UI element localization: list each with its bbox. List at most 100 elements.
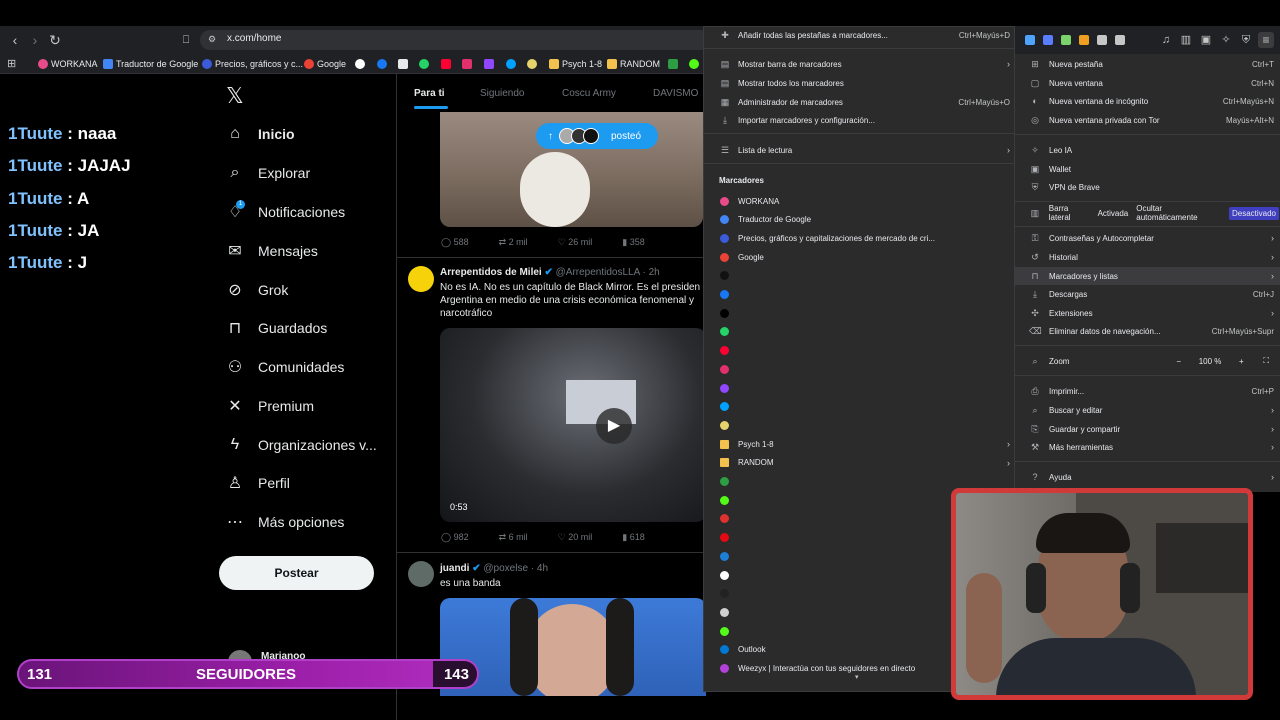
address-bar[interactable]: ⚙ x.com/home (200, 30, 710, 50)
menu-item-new-tab[interactable]: ⊞ Nueva pestaña Ctrl+T (1029, 56, 1274, 72)
bookmark-workana[interactable]: WORKANA (38, 57, 98, 71)
tweet-video[interactable]: ▶ 0:53 (440, 328, 706, 522)
menu-item-import-bookmarks[interactable]: ⤓ Importar marcadores y configuración... (720, 112, 1010, 128)
menu-item-vpn[interactable]: ⛨ VPN de Brave (1029, 179, 1274, 195)
forward-icon[interactable]: › (27, 32, 43, 48)
x-logo[interactable]: 𝕏 (226, 83, 244, 109)
bookmark-item[interactable] (720, 380, 1010, 396)
twitch-icon[interactable] (484, 59, 494, 69)
extension-icon[interactable] (1097, 35, 1107, 45)
extension-icon[interactable] (1115, 35, 1125, 45)
x-bookmark-icon[interactable] (398, 59, 408, 69)
menu-item-passwords[interactable]: ⚿ Contraseñas y Autocompletar › (1029, 230, 1274, 246)
views-button[interactable]: ▮ 618 (622, 532, 644, 543)
nav-comunidades[interactable]: ⚇ Comunidades (226, 353, 345, 381)
tab-siguiendo[interactable]: Siguiendo (480, 88, 524, 99)
whatsapp-icon[interactable] (419, 59, 429, 69)
bookmark-item[interactable]: Traductor de Google (720, 212, 1010, 228)
menu-icon[interactable]: ≡ (1258, 32, 1274, 48)
zoom-out-button[interactable]: − (1171, 357, 1187, 366)
zoom-in-button[interactable]: + (1233, 357, 1249, 366)
menu-item-help[interactable]: ? Ayuda › (1029, 469, 1274, 485)
bookmark-item[interactable] (720, 287, 1010, 303)
bookmark-item[interactable]: Google (720, 249, 1010, 265)
bookmark-item[interactable] (720, 399, 1010, 415)
facebook-icon[interactable] (377, 59, 387, 69)
menu-item-wallet[interactable]: ▣ Wallet (1029, 161, 1274, 177)
bookmark-item[interactable]: Precios, gráficos y capitalizaciones de … (720, 230, 1010, 246)
wallet-toolbar-icon[interactable]: ▣ (1198, 32, 1214, 48)
fullscreen-icon[interactable]: ⛶ (1263, 356, 1269, 366)
leo-toolbar-icon[interactable]: ✧ (1218, 32, 1234, 48)
retweet-button[interactable]: ⇄ 6 mil (499, 532, 528, 543)
menu-item-show-all-bookmarks[interactable]: ▤ Mostrar todos los marcadores (720, 75, 1010, 91)
tweet-author[interactable]: Arrepentidos de Milei ✔ @ArrepentidosLLA… (440, 267, 660, 278)
views-button[interactable]: ▮ 358 (622, 237, 644, 248)
menu-item-more-tools[interactable]: ⚒ Más herramientas › (1029, 439, 1274, 455)
bookmark-item[interactable] (720, 305, 1010, 321)
bookmark-item[interactable] (720, 324, 1010, 340)
menu-item-new-window[interactable]: ▢ Nueva ventana Ctrl+N (1029, 75, 1274, 91)
nav-grok[interactable]: ⊘ Grok (226, 276, 288, 304)
bookmark-item[interactable]: WORKANA (720, 193, 1010, 209)
tab-coscu-army[interactable]: Coscu Army (562, 88, 616, 99)
avatar[interactable] (408, 266, 434, 292)
nav-premium[interactable]: ✕ Premium (226, 392, 314, 420)
menu-item-add-all-tabs[interactable]: ✚ Añadir todas las pestañas a marcadores.… (720, 27, 1010, 43)
shield-icon[interactable]: ⛨ (1238, 32, 1254, 48)
post-button[interactable]: Postear (219, 556, 374, 590)
menu-item-leo[interactable]: ✧ Leo IA (1029, 142, 1274, 158)
sidebar-toggle-icon[interactable]: ▥ (1178, 32, 1194, 48)
extension-icon[interactable] (1043, 35, 1053, 45)
like-button[interactable]: ♡ 20 mil (558, 532, 593, 543)
bookmark-star-icon[interactable]: ⎕ (178, 32, 194, 48)
menu-item-downloads[interactable]: ⤓ Descargas Ctrl+J (1029, 286, 1274, 302)
apps-icon[interactable]: ⊞ (7, 57, 16, 70)
bookmark-bar-icon-b[interactable] (527, 59, 537, 69)
bookmark-prices[interactable]: Precios, gráficos y c... (202, 57, 303, 71)
menu-item-reading-list[interactable]: ☰ Lista de lectura › (720, 142, 1010, 158)
menu-item-print[interactable]: ⎙ Imprimir... Ctrl+P (1029, 383, 1274, 399)
bookmark-item[interactable] (720, 417, 1010, 433)
menu-item-extensions[interactable]: ✣ Extensiones › (1029, 305, 1274, 321)
menu-item-show-bookmarks-bar[interactable]: ▤ Mostrar barra de marcadores › (720, 56, 1010, 72)
back-icon[interactable]: ‹ (7, 32, 23, 48)
avatar[interactable] (408, 561, 434, 587)
menu-item-save-share[interactable]: ⎘ Guardar y compartir › (1029, 421, 1274, 437)
bookmark-item[interactable] (720, 361, 1010, 377)
kick-icon[interactable] (689, 59, 699, 69)
sidebar-option-desactivado[interactable]: Desactivado (1228, 206, 1280, 220)
bookmark-folder-random[interactable]: RANDOM (607, 57, 660, 71)
nav-notificaciones[interactable]: ♢ 1 Notificaciones (226, 198, 345, 226)
site-info-icon[interactable]: ⚙ (208, 34, 216, 45)
extension-icon[interactable] (1025, 35, 1035, 45)
retweet-button[interactable]: ⇄ 2 mil (499, 237, 528, 248)
menu-item-history[interactable]: ↺ Historial › (1029, 249, 1274, 265)
extension-icon[interactable] (1061, 35, 1071, 45)
tweet-author[interactable]: juandi ✔ @poxelse · 4h (440, 563, 548, 574)
nav-perfil[interactable]: ♙ Perfil (226, 469, 290, 497)
nav-mas-opciones[interactable]: ⋯ Más opciones (226, 508, 344, 536)
menu-item-clear-data[interactable]: ⌫ Eliminar datos de navegación... Ctrl+May… (1029, 323, 1274, 339)
sidebar-option-activada[interactable]: Activada (1098, 209, 1129, 218)
tab-para-ti[interactable]: Para ti (414, 88, 445, 99)
instagram-icon[interactable] (462, 59, 472, 69)
reply-button[interactable]: ◯ 982 (441, 532, 469, 543)
nav-guardados[interactable]: ⊓ Guardados (226, 314, 328, 342)
tweet-image[interactable] (440, 598, 706, 696)
play-icon[interactable]: ▶ (596, 408, 632, 444)
sheets-icon[interactable] (668, 59, 678, 69)
menu-item-bookmarks-lists[interactable]: ⊓ Marcadores y listas › (1015, 267, 1280, 285)
bookmark-translate[interactable]: Traductor de Google (103, 57, 198, 71)
bookmark-folder[interactable]: Psych 1-8 › (720, 436, 1010, 452)
reply-button[interactable]: ◯ 588 (441, 237, 469, 248)
extension-icon[interactable] (1079, 35, 1089, 45)
bookmark-item[interactable] (720, 343, 1010, 359)
reload-icon[interactable]: ↻ (47, 32, 63, 48)
bookmark-folder-psych[interactable]: Psych 1-8 (549, 57, 602, 71)
bookmark-item[interactable] (720, 268, 1010, 284)
bookmark-bar-icon-a[interactable] (506, 59, 516, 69)
media-icon[interactable]: ♫ (1158, 32, 1174, 48)
menu-item-tor-window[interactable]: ◎ Nueva ventana privada con Tor Mayús+Alt+… (1029, 112, 1274, 128)
nav-inicio[interactable]: ⌂ Inicio (226, 120, 294, 148)
